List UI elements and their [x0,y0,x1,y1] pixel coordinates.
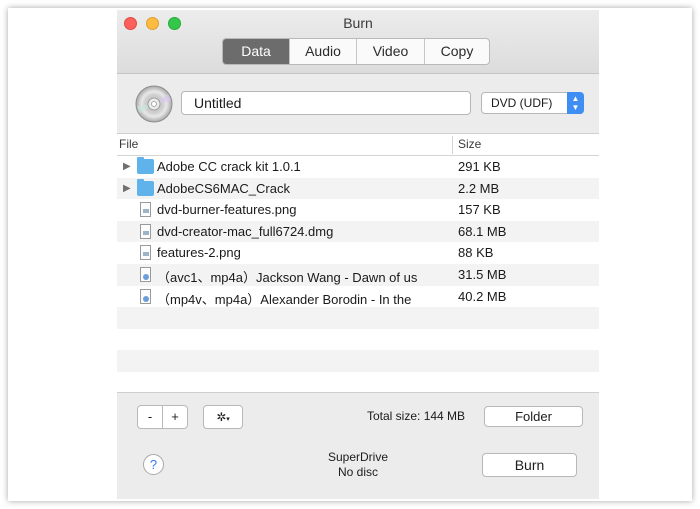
disc-icon [135,85,173,123]
file-name: features-2.png [157,245,241,261]
file-size: 157 KB [458,202,501,218]
empty-row [117,329,599,351]
column-header-file[interactable]: File [119,137,138,151]
bottom-toolbar: - + ✲▾ Total size: 144 MB Folder ? Super… [117,392,599,499]
drive-disc-status: No disc [337,465,378,479]
file-size: 31.5 MB [458,266,507,282]
file-name: （mp4v、mp4a）Alexander Borodin - In the [157,291,412,307]
tab-copy[interactable]: Copy [424,39,489,64]
table-row[interactable]: features-2.png 88 KB [117,242,599,264]
file-size: 2.2 MB [458,180,500,196]
video-file-icon [140,288,151,304]
table-row[interactable]: dvd-creator-mac_full6724.dmg 68.1 MB [117,220,599,243]
remove-item-button[interactable]: - [137,405,163,429]
title-bar: Burn Data Audio Video Copy [117,10,599,74]
file-size: 40.2 MB [458,288,507,304]
mode-tabs: Data Audio Video Copy [222,38,490,65]
table-row[interactable]: dvd-burner-features.png 157 KB [117,199,599,221]
chevron-down-icon: ▾ [226,416,230,423]
video-file-icon [140,266,151,282]
disclosure-triangle-icon[interactable]: ▶ [123,161,131,172]
disc-name-input[interactable] [181,91,471,115]
table-row[interactable]: ▶ AdobeCS6MAC_Crack 2.2 MB [117,177,599,200]
column-header-size[interactable]: Size [458,137,481,151]
image-file-icon [140,245,151,261]
file-name: Adobe CC crack kit 1.0.1 [157,159,301,174]
table-row[interactable]: ▶ Adobe CC crack kit 1.0.1 291 KB [117,156,599,178]
action-menu-button[interactable]: ✲▾ [203,405,243,429]
disclosure-triangle-icon[interactable]: ▶ [123,183,131,194]
column-divider [452,136,453,154]
disk-image-file-icon [140,223,151,239]
empty-row [117,307,599,329]
file-size: 88 KB [458,245,494,261]
add-item-button[interactable]: + [162,405,188,429]
new-folder-button[interactable]: Folder [484,406,583,427]
table-rows: ▶ Adobe CC crack kit 1.0.1 291 KB ▶ Adob… [117,156,599,394]
file-size: 68.1 MB [458,223,507,239]
disc-format-select[interactable]: DVD (UDF) ▲ ▼ [481,92,584,114]
table-header: File Size [117,134,599,156]
tab-audio[interactable]: Audio [289,39,356,64]
file-name: （avc1、mp4a）Jackson Wang - Dawn of us [157,269,418,285]
table-row[interactable]: （avc1、mp4a）Jackson Wang - Dawn of us 31.… [117,263,599,286]
gear-icon: ✲ [216,410,227,424]
file-name: dvd-burner-features.png [157,202,297,218]
file-name: AdobeCS6MAC_Crack [157,180,290,196]
disc-name-row: DVD (UDF) ▲▼ [117,74,599,134]
file-name: dvd-creator-mac_full6724.dmg [157,223,334,239]
empty-row [117,350,599,372]
file-table: File Size ▶ Adobe CC crack kit 1.0.1 291… [117,134,599,392]
chevron-updown-icon: ▲ ▼ [567,92,584,114]
help-button[interactable]: ? [143,454,164,475]
folder-icon [137,178,154,196]
table-row[interactable]: （mp4v、mp4a）Alexander Borodin - In the 40… [117,286,599,308]
drive-status: SuperDrive No disc [287,450,429,480]
burn-window: Burn Data Audio Video Copy Untitled DVD … [117,10,599,499]
empty-row [117,372,599,394]
file-size: 291 KB [458,159,501,174]
total-size: Total size: 144 MB [367,409,466,423]
tab-video[interactable]: Video [356,39,424,64]
tab-data[interactable]: Data [223,39,289,64]
burn-button[interactable]: Burn [482,453,577,477]
folder-icon [137,157,154,174]
disc-format-value: DVD (UDF) [491,96,553,110]
image-file-icon [140,202,151,218]
drive-name: SuperDrive [327,450,389,464]
window-title: Burn [343,15,373,31]
